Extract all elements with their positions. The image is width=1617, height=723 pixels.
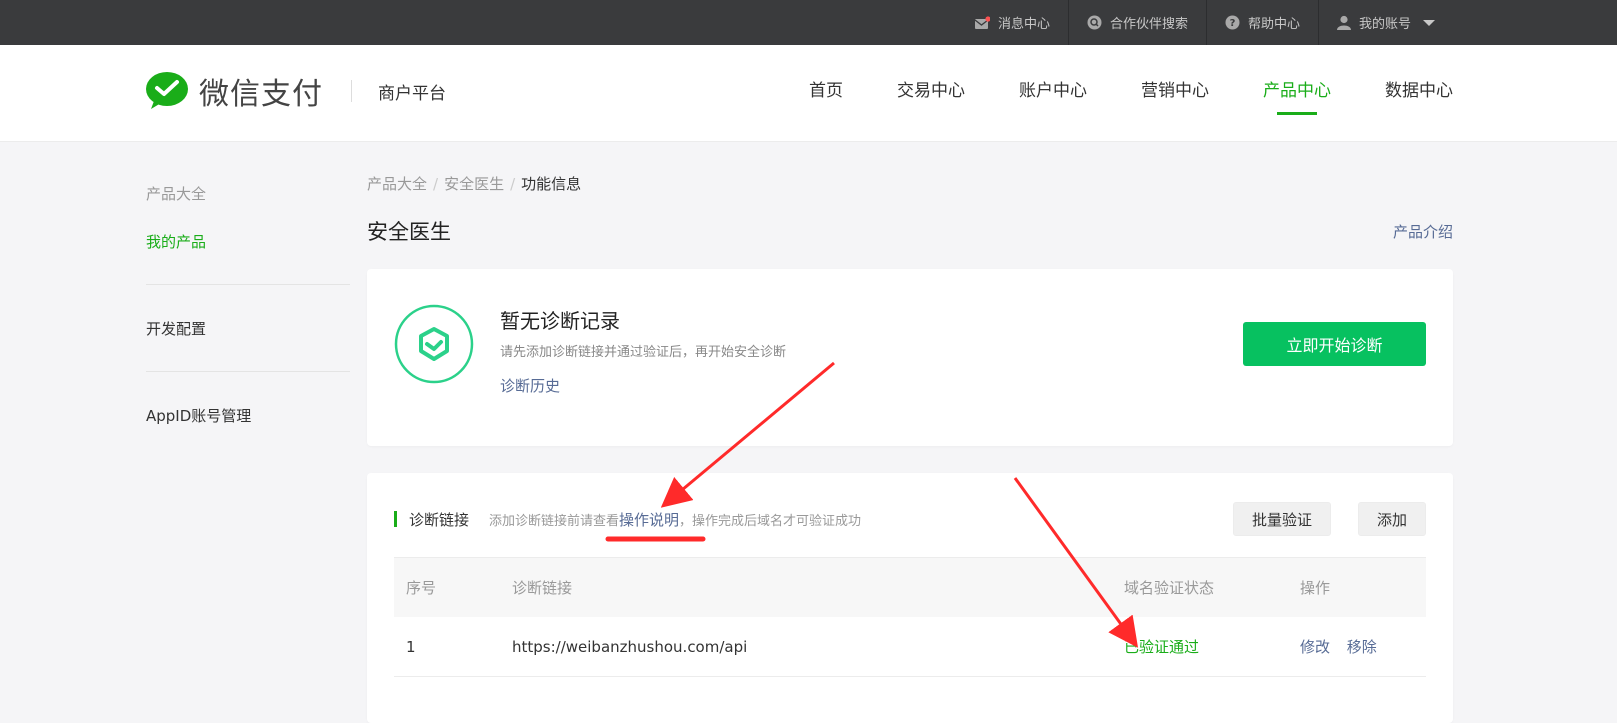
- sidebar-divider: [146, 284, 350, 285]
- sidebar-item-dev-config[interactable]: 开发配置: [146, 305, 350, 353]
- sidebar-item-my-products[interactable]: 我的产品: [146, 218, 350, 266]
- add-link-button[interactable]: 添加: [1357, 502, 1426, 536]
- sidebar-divider: [146, 371, 350, 372]
- cell-url: https://weibanzhushou.com/api: [512, 637, 748, 656]
- main-nav: 首页 交易中心 账户中心 营销中心 产品中心 数据中心: [755, 45, 1453, 142]
- top-bar: 消息中心 合作伙伴搜索 ? 帮助中心 我的账号: [0, 0, 1617, 45]
- nav-data[interactable]: 数据中心: [1385, 45, 1453, 142]
- section-header: 诊断链接 添加诊断链接前请查看操作说明，操作完成后域名才可验证成功 批量验证 添…: [394, 501, 1426, 537]
- logo-subtitle: 商户平台: [378, 83, 446, 104]
- topbar-item-messages[interactable]: 消息中心: [956, 0, 1068, 45]
- topbar-label: 合作伙伴搜索: [1109, 17, 1188, 32]
- hint-prefix: 添加诊断链接前请查看: [489, 513, 620, 529]
- operation-guide-link[interactable]: 操作说明: [619, 511, 679, 529]
- breadcrumb-separator: /: [510, 175, 516, 193]
- help-icon: ?: [1225, 15, 1240, 30]
- user-icon: [1336, 15, 1351, 30]
- mail-icon: [974, 15, 990, 29]
- column-header: 操作: [1300, 579, 1331, 597]
- column-header: 诊断链接: [512, 579, 573, 597]
- logo[interactable]: 微信支付 商户平台: [145, 69, 446, 113]
- diagnosis-description: 请先添加诊断链接并通过验证后，再开始安全诊断: [500, 345, 787, 360]
- svg-text:?: ?: [1230, 18, 1236, 29]
- breadcrumb-item[interactable]: 产品大全: [367, 175, 427, 193]
- breadcrumb: 产品大全 / 安全医生 / 功能信息: [367, 165, 1453, 203]
- topbar-item-account[interactable]: 我的账号: [1317, 0, 1453, 45]
- logo-divider: [351, 80, 352, 102]
- cell-status: 已验证通过: [1124, 638, 1200, 656]
- table-row: 1 https://weibanzhushou.com/api 已验证通过 修改…: [394, 617, 1426, 677]
- nav-marketing[interactable]: 营销中心: [1141, 45, 1209, 142]
- start-diagnosis-button[interactable]: 立即开始诊断: [1243, 322, 1426, 366]
- nav-products[interactable]: 产品中心: [1263, 45, 1331, 142]
- column-header: 域名验证状态: [1124, 579, 1215, 597]
- diagnosis-title: 暂无诊断记录: [500, 309, 620, 333]
- nav-transactions[interactable]: 交易中心: [897, 45, 965, 142]
- breadcrumb-separator: /: [433, 175, 439, 193]
- hint-suffix: ，操作完成后域名才可验证成功: [679, 513, 862, 529]
- sidebar: 产品大全 我的产品 开发配置 AppID账号管理: [146, 170, 350, 440]
- logo-text: 微信支付: [199, 77, 323, 112]
- page-title: 安全医生: [367, 220, 451, 244]
- top-bar-menu: 消息中心 合作伙伴搜索 ? 帮助中心 我的账号: [956, 0, 1453, 45]
- security-shield-icon: [394, 304, 474, 384]
- diagnosis-card: 暂无诊断记录 请先添加诊断链接并通过验证后，再开始安全诊断 诊断历史 立即开始诊…: [367, 269, 1453, 446]
- sidebar-item-appid-management[interactable]: AppID账号管理: [146, 392, 350, 440]
- chevron-down-icon: [1423, 19, 1435, 26]
- topbar-label: 消息中心: [997, 17, 1050, 32]
- breadcrumb-current: 功能信息: [521, 175, 582, 193]
- edit-link[interactable]: 修改: [1300, 638, 1330, 656]
- topbar-label: 帮助中心: [1247, 17, 1300, 32]
- section-hint: 添加诊断链接前请查看操作说明，操作完成后域名才可验证成功: [489, 509, 861, 530]
- header: 微信支付 商户平台 首页 交易中心 账户中心 营销中心 产品中心 数据中心: [0, 45, 1617, 142]
- breadcrumb-item[interactable]: 安全医生: [444, 175, 504, 193]
- links-table: 序号 诊断链接 域名验证状态 操作 1 https://weibanzhusho…: [394, 557, 1426, 677]
- nav-home[interactable]: 首页: [809, 45, 843, 142]
- cell-operations: 修改 移除: [1300, 636, 1426, 657]
- topbar-label: 我的账号: [1358, 17, 1411, 32]
- batch-verify-button[interactable]: 批量验证: [1232, 502, 1331, 536]
- section-actions: 批量验证 添加: [1232, 502, 1426, 536]
- column-header: 序号: [406, 579, 437, 597]
- remove-link[interactable]: 移除: [1347, 638, 1377, 656]
- section-title: 诊断链接: [409, 510, 470, 529]
- title-row: 安全医生 产品介绍: [367, 203, 1453, 259]
- topbar-item-help[interactable]: ? 帮助中心: [1205, 0, 1318, 45]
- section-accent-bar: [394, 511, 397, 527]
- cell-index: 1: [406, 637, 416, 656]
- table-header: 序号 诊断链接 域名验证状态 操作: [394, 557, 1426, 617]
- wechat-pay-logo-icon: [146, 72, 188, 109]
- diagnosis-links-card: 诊断链接 添加诊断链接前请查看操作说明，操作完成后域名才可验证成功 批量验证 添…: [367, 473, 1453, 723]
- product-intro-link[interactable]: 产品介绍: [1393, 221, 1453, 242]
- search-icon: [1087, 15, 1102, 30]
- main-content: 产品大全 / 安全医生 / 功能信息 安全医生 产品介绍 暂无诊断记录 请先添加诊断链接…: [367, 165, 1453, 723]
- nav-account[interactable]: 账户中心: [1019, 45, 1087, 142]
- topbar-item-partner-search[interactable]: 合作伙伴搜索: [1067, 0, 1206, 45]
- diagnosis-history-link[interactable]: 诊断历史: [500, 375, 560, 396]
- sidebar-item-all-products[interactable]: 产品大全: [146, 170, 350, 218]
